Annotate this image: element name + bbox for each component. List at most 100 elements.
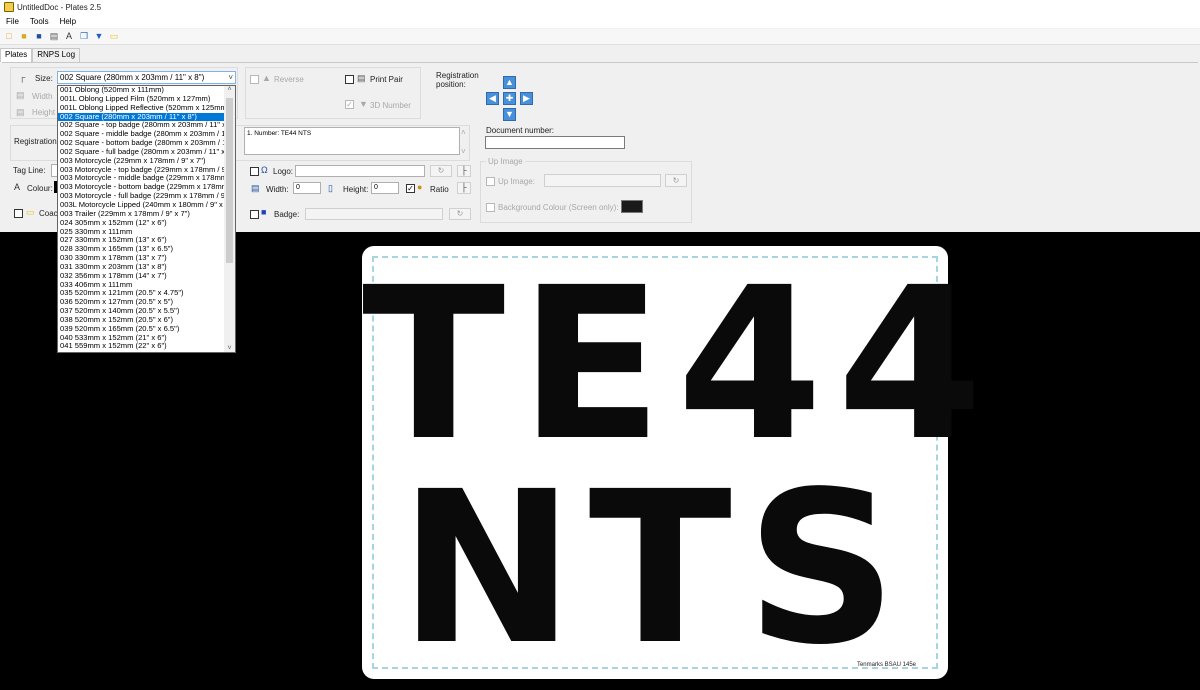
logo-position-button[interactable]: ├ — [457, 182, 471, 194]
size-option[interactable]: 002 Square (280mm x 203mm / 11" x 8") — [58, 112, 225, 122]
size-option[interactable]: 027 330mm x 152mm (13" x 6") — [58, 236, 225, 245]
dropdown-scrollbar[interactable]: ˄ ˅ — [224, 86, 235, 352]
size-option[interactable]: 039 520mm x 165mm (20.5" x 6.5") — [58, 325, 225, 334]
size-option[interactable]: 002 Square - middle badge (280mm x 203mm… — [58, 130, 225, 139]
print-pair-label: Print Pair — [370, 75, 403, 84]
plate-registration-line-1: TE44 — [362, 242, 997, 487]
logo-icon: Ω — [261, 165, 268, 175]
size-option[interactable]: 003L Motorcycle Lipped (240mm x 180mm / … — [58, 201, 225, 210]
arrow-down-icon[interactable]: ▼ — [503, 108, 516, 121]
size-option[interactable]: 041 559mm x 152mm (22" x 6") — [58, 342, 225, 351]
size-icon: ┌ — [19, 72, 26, 82]
logo-height-input[interactable]: 0 — [371, 182, 399, 194]
size-option[interactable]: 003 Motorcycle (229mm x 178mm / 9" x 7") — [58, 157, 225, 166]
center-position-icon[interactable]: ✚ — [503, 92, 516, 105]
size-select[interactable]: 002 Square (280mm x 203mm / 11" x 8") ˅ — [57, 71, 236, 84]
logo-path-input[interactable] — [295, 165, 425, 177]
size-option[interactable]: 003 Motorcycle - bottom badge (229mm x 1… — [58, 183, 225, 192]
badge-path-input[interactable] — [305, 208, 443, 220]
size-option[interactable]: 001 Oblong (520mm x 111mm) — [58, 86, 225, 95]
size-option[interactable]: 024 305mm x 152mm (12" x 6") — [58, 219, 225, 228]
reverse-checkbox[interactable] — [250, 75, 259, 84]
logo-align-button[interactable]: ├ — [457, 165, 471, 177]
document-number-input[interactable] — [485, 136, 625, 149]
size-option[interactable]: 002 Square - top badge (280mm x 203mm / … — [58, 121, 225, 130]
tab-plates[interactable]: Plates — [0, 48, 33, 62]
logo-label: Logo: — [273, 167, 294, 176]
tab-strip: Plates RNPS Log — [0, 48, 81, 62]
3d-number-checkbox[interactable]: ✓ — [345, 100, 354, 109]
scroll-down-icon[interactable]: ˅ — [224, 345, 235, 352]
background-colour-checkbox[interactable] — [486, 203, 495, 212]
size-option[interactable]: 037 520mm x 140mm (20.5" x 5.5") — [58, 307, 225, 316]
arrow-left-icon[interactable]: ◀ — [486, 92, 499, 105]
size-option[interactable]: 001L Oblong Lipped Film (520mm x 127mm) — [58, 95, 225, 104]
title-bar: UntitledDoc - Plates 2.5 — [0, 0, 1200, 14]
print-icon[interactable]: ▤ — [48, 31, 60, 43]
number-lines-list[interactable]: 1. Number: TE44 NTS — [244, 127, 460, 155]
size-options: 001 Oblong (520mm x 111mm) 001L Oblong Li… — [58, 86, 225, 351]
arrow-right-icon[interactable]: ▶ — [520, 92, 533, 105]
size-option[interactable]: 038 520mm x 152mm (20.5" x 6") — [58, 316, 225, 325]
up-image-path-input[interactable] — [544, 174, 661, 187]
size-option[interactable]: 031 330mm x 203mm (13" x 8") — [58, 263, 225, 272]
coach-checkbox[interactable] — [14, 209, 23, 218]
logo-browse-button[interactable]: ↻ — [430, 165, 452, 177]
size-option[interactable]: 036 520mm x 127mm (20.5" x 5") — [58, 298, 225, 307]
chevron-down-icon[interactable]: ˅ — [228, 72, 233, 83]
width-label: Width — [32, 92, 53, 101]
tab-rnps-log[interactable]: RNPS Log — [32, 48, 81, 62]
window-title: UntitledDoc - Plates 2.5 — [17, 2, 102, 12]
registration-label: Registration — [14, 137, 57, 146]
reverse-icon: ▲ — [262, 73, 271, 83]
up-image-browse-button[interactable]: ↻ — [665, 174, 687, 187]
print-pair-icon: ▤ — [357, 73, 366, 83]
plate-icon[interactable]: ▭ — [108, 31, 120, 43]
size-option[interactable]: 040 533mm x 152mm (21" x 6") — [58, 334, 225, 343]
size-option[interactable]: 003 Motorcycle - middle badge (229mm x 1… — [58, 174, 225, 183]
copy-icon[interactable]: ❐ — [78, 31, 90, 43]
scrollbar-thumb[interactable] — [226, 98, 233, 263]
logo-height-value: 0 — [374, 184, 378, 191]
print-pair-checkbox[interactable] — [345, 75, 354, 84]
size-option[interactable]: 002 Square - full badge (280mm x 203mm /… — [58, 148, 225, 157]
size-option[interactable]: 028 330mm x 165mm (13" x 6.5") — [58, 245, 225, 254]
open-folder-icon[interactable]: ■ — [18, 31, 30, 43]
size-option[interactable]: 001L Oblong Lipped Reflective (520mm x 1… — [58, 104, 225, 113]
height-label: Height — [32, 108, 56, 117]
list-scroll-up-icon[interactable]: ˄ — [461, 128, 466, 137]
scroll-up-icon[interactable]: ˄ — [224, 86, 235, 93]
list-scroll-down-icon[interactable]: ˅ — [461, 147, 466, 156]
size-option[interactable]: 002 Square - bottom badge (280mm x 203mm… — [58, 139, 225, 148]
ratio-checkbox[interactable]: ✓ — [406, 184, 415, 193]
size-option[interactable]: 033 406mm x 111mm — [58, 281, 225, 290]
background-colour-swatch[interactable] — [621, 200, 643, 213]
size-dropdown-list[interactable]: 001 Oblong (520mm x 111mm) 001L Oblong Li… — [57, 85, 236, 353]
menu-help[interactable]: Help — [60, 17, 76, 26]
menu-bar: File Tools Help — [0, 14, 1200, 28]
up-image-checkbox[interactable] — [486, 177, 495, 186]
menu-file[interactable]: File — [6, 17, 19, 26]
badge-checkbox[interactable] — [250, 210, 259, 219]
new-document-icon[interactable]: □ — [3, 31, 15, 43]
arrow-up-icon[interactable]: ▲ — [503, 76, 516, 89]
save-icon[interactable]: ■ — [33, 31, 45, 43]
size-option[interactable]: 025 330mm x 111mm — [58, 228, 225, 237]
logo-width-input[interactable]: 0 — [293, 182, 321, 194]
number-line-item[interactable]: 1. Number: TE44 NTS — [247, 130, 311, 137]
logo-checkbox[interactable] — [250, 167, 259, 176]
app-icon — [4, 2, 14, 12]
size-option[interactable]: 003 Motorcycle - full badge (229mm x 178… — [58, 192, 225, 201]
font-icon[interactable]: A — [63, 31, 75, 43]
menu-tools[interactable]: Tools — [30, 17, 49, 26]
size-option[interactable]: 032 356mm x 178mm (14" x 7") — [58, 272, 225, 281]
filter-icon[interactable]: ▼ — [93, 31, 105, 43]
size-option[interactable]: 035 520mm x 121mm (20.5" x 4.75") — [58, 289, 225, 298]
size-option[interactable]: 003 Motorcycle - top badge (229mm x 178m… — [58, 166, 225, 175]
3d-number-label: 3D Number — [370, 101, 411, 110]
badge-browse-button[interactable]: ↻ — [449, 208, 471, 220]
plate-registration-line-2: NTS — [398, 446, 912, 690]
size-option[interactable]: 030 330mm x 178mm (13" x 7") — [58, 254, 225, 263]
badge-icon: ■ — [261, 207, 267, 217]
size-option[interactable]: 003 Trailer (229mm x 178mm / 9" x 7") — [58, 210, 225, 219]
